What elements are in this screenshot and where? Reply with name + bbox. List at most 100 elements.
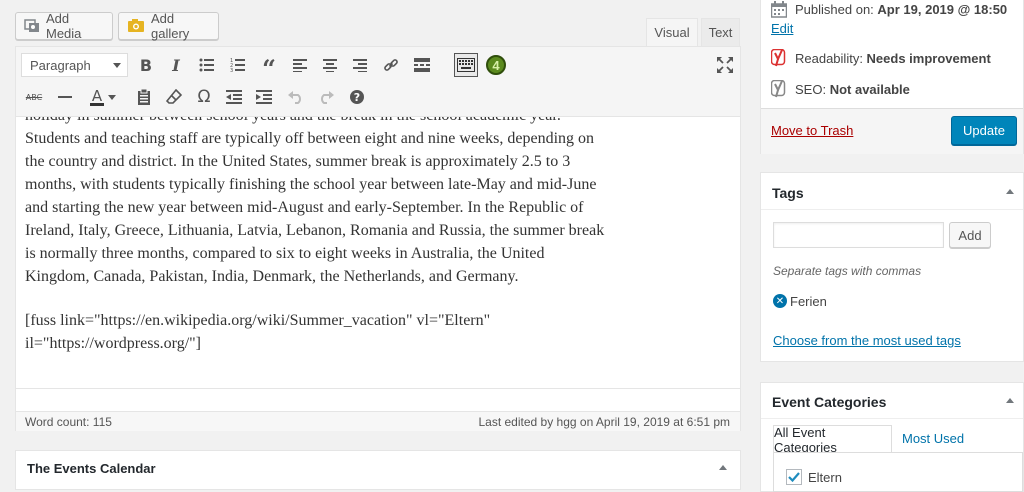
tag-input[interactable] xyxy=(773,222,944,248)
content-line: holiday in summer between school years a… xyxy=(25,117,645,127)
read-more-icon xyxy=(414,58,430,72)
undo-button[interactable] xyxy=(284,85,308,109)
collapse-icon[interactable] xyxy=(1006,189,1014,194)
strikethrough-button[interactable]: ABC xyxy=(22,85,46,109)
tab-most-used[interactable]: Most Used xyxy=(902,431,964,446)
horizontal-line-button[interactable] xyxy=(53,85,77,109)
content-line: the country and district. In the United … xyxy=(25,153,571,170)
calendar-icon xyxy=(770,1,788,21)
align-right-button[interactable] xyxy=(348,53,372,77)
bold-icon: B xyxy=(139,55,153,75)
readability-label: Readability: xyxy=(795,51,867,66)
bullet-list-button[interactable] xyxy=(195,53,219,77)
help-button[interactable]: ? xyxy=(345,85,369,109)
tab-all-label: All Event Categories xyxy=(774,424,837,455)
italic-icon: I xyxy=(172,55,180,75)
editor-content[interactable]: holiday in summer between school years a… xyxy=(16,117,740,389)
undo-icon xyxy=(288,91,301,104)
redo-icon xyxy=(321,91,334,104)
checkmark-icon xyxy=(788,472,800,482)
category-label: Eltern xyxy=(808,470,842,485)
horizontal-line-icon xyxy=(58,96,72,98)
clipboard-icon xyxy=(138,89,150,105)
word-count: Word count: 115 xyxy=(25,415,112,429)
clear-formatting-button[interactable] xyxy=(162,85,186,109)
align-right-icon xyxy=(353,59,367,72)
collapse-icon[interactable] xyxy=(1006,398,1014,403)
update-button[interactable]: Update xyxy=(951,116,1017,145)
numbered-list-icon: 123 xyxy=(230,58,245,72)
tags-title: Tags xyxy=(772,185,804,201)
content-line: il="https://wordpress.org/"] xyxy=(25,335,202,352)
blockquote-button[interactable]: “ xyxy=(257,53,281,81)
yoast-seo-icon xyxy=(770,79,787,101)
increase-indent-button[interactable] xyxy=(252,85,276,109)
status-info: Word count: 115 Last edited by hgg on Ap… xyxy=(16,411,740,431)
chevron-down-icon xyxy=(113,63,121,68)
fullscreen-icon xyxy=(717,57,733,73)
tags-box: Tags Add Separate tags with commas ✕ Fer… xyxy=(760,172,1024,362)
choose-most-used-tags-link[interactable]: Choose from the most used tags xyxy=(773,333,961,348)
seo-status: SEO: Not available xyxy=(795,82,910,97)
align-left-button[interactable] xyxy=(288,53,312,77)
tags-hint: Separate tags with commas xyxy=(773,264,922,278)
add-media-label: Add Media xyxy=(46,11,82,41)
chevron-down-icon xyxy=(108,94,116,100)
read-more-button[interactable] xyxy=(410,53,434,77)
divider xyxy=(761,418,1023,419)
add-tag-button[interactable]: Add xyxy=(949,222,991,248)
bold-button[interactable]: B xyxy=(134,53,158,77)
seo-value: Not available xyxy=(829,82,910,97)
yoast-readability-icon xyxy=(770,48,787,70)
format-select[interactable]: Paragraph xyxy=(21,53,128,77)
editor-toolbar: Paragraph B I 123 “ 4 ABC A Ω ? xyxy=(16,47,740,117)
align-center-button[interactable] xyxy=(318,53,342,77)
decrease-indent-button[interactable] xyxy=(222,85,246,109)
move-to-trash-link[interactable]: Move to Trash xyxy=(771,123,853,138)
tab-all-event-categories[interactable]: All Event Categories xyxy=(773,424,892,455)
fullscreen-button[interactable] xyxy=(713,53,737,77)
insert-link-button[interactable] xyxy=(379,53,403,77)
readability-value: Needs improvement xyxy=(866,51,991,66)
toolbar-toggle-button[interactable] xyxy=(454,53,478,77)
events-calendar-title: The Events Calendar xyxy=(27,461,156,476)
svg-text:3: 3 xyxy=(230,68,233,72)
event-categories-title: Event Categories xyxy=(772,394,887,410)
paste-text-button[interactable] xyxy=(132,85,156,109)
published-date: Apr 19, 2019 @ 18:50 xyxy=(877,2,1008,17)
remove-tag-icon[interactable]: ✕ xyxy=(773,294,787,308)
add-media-button[interactable]: Add Media xyxy=(15,11,113,41)
last-edited: Last edited by hgg on April 19, 2019 at … xyxy=(478,415,730,429)
outdent-icon xyxy=(226,90,242,104)
text-color-button[interactable]: A xyxy=(86,85,120,109)
add-gallery-button[interactable]: Add gallery xyxy=(118,11,219,41)
divider xyxy=(761,209,1023,210)
add-gallery-label: Add gallery xyxy=(151,11,190,41)
tab-visual[interactable]: Visual xyxy=(646,18,698,46)
plugin-badge-icon: 4 xyxy=(486,55,506,75)
align-left-icon xyxy=(293,59,307,72)
event-categories-box: Event Categories All Event Categories Mo… xyxy=(760,382,1024,492)
link-icon xyxy=(384,59,398,71)
italic-button[interactable]: I xyxy=(164,53,188,77)
collapse-icon[interactable] xyxy=(719,465,727,470)
keyboard-icon xyxy=(457,58,475,72)
tab-text[interactable]: Text xyxy=(701,18,740,46)
redo-button[interactable] xyxy=(314,85,338,109)
quote-icon: “ xyxy=(262,54,276,83)
numbered-list-button[interactable]: 123 xyxy=(226,53,250,77)
edit-date-link[interactable]: Edit xyxy=(771,21,793,36)
content-line: months, with students typically finishin… xyxy=(25,176,597,193)
special-character-button[interactable]: Ω xyxy=(192,85,216,109)
publish-actions: Move to Trash Update xyxy=(761,108,1023,154)
omega-icon: Ω xyxy=(197,87,211,107)
tab-text-label: Text xyxy=(708,25,733,40)
published-on-label: Published on: xyxy=(795,2,878,17)
strikethrough-icon: ABC xyxy=(25,92,43,102)
indent-icon xyxy=(256,90,272,104)
category-checkbox[interactable] xyxy=(786,469,802,485)
content-line: [fuss link="https://en.wikipedia.org/wik… xyxy=(25,312,491,329)
format-select-value: Paragraph xyxy=(30,57,91,73)
bullet-list-icon xyxy=(199,58,214,72)
plugin-badge-button[interactable]: 4 xyxy=(484,53,508,77)
